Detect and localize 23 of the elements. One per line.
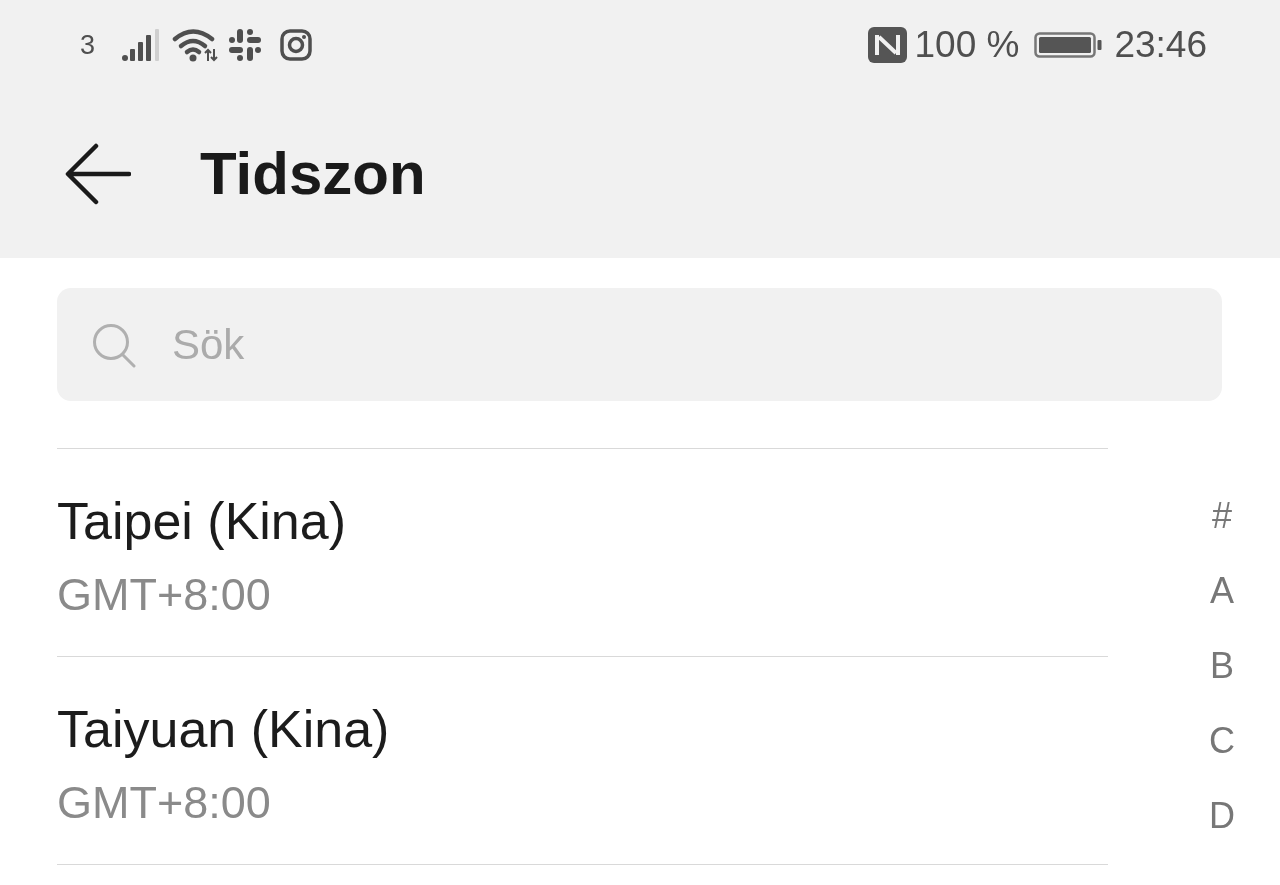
nfc-icon: [868, 27, 908, 63]
index-letter[interactable]: C: [1209, 703, 1235, 778]
battery-icon: [1034, 32, 1103, 58]
signal-icon: [122, 29, 161, 61]
back-button[interactable]: [65, 142, 131, 206]
timezone-list-item[interactable]: Taiyuan (Kina) GMT+8:00: [57, 657, 1108, 865]
page-title: Tidszon: [200, 139, 426, 209]
camera-icon: [280, 29, 313, 61]
search-icon: [92, 323, 136, 368]
back-arrow-icon: [65, 142, 131, 206]
timezone-offset: GMT+8:00: [57, 571, 272, 619]
pinwheel-icon: [228, 28, 263, 62]
wifi-icon: [172, 28, 219, 62]
search-field[interactable]: Sök: [57, 288, 1222, 401]
index-letter[interactable]: #: [1212, 478, 1232, 553]
timezone-offset: GMT+8:00: [57, 779, 272, 827]
timezone-list-item[interactable]: Taipei (Kina) GMT+8:00: [57, 449, 1108, 657]
index-letter[interactable]: A: [1210, 553, 1234, 628]
carrier-label: 3: [80, 30, 96, 60]
index-letter[interactable]: B: [1210, 628, 1234, 703]
index-letter[interactable]: D: [1209, 778, 1235, 853]
battery-percent: 100 %: [914, 24, 1020, 66]
clock-time: 23:46: [1114, 24, 1207, 66]
